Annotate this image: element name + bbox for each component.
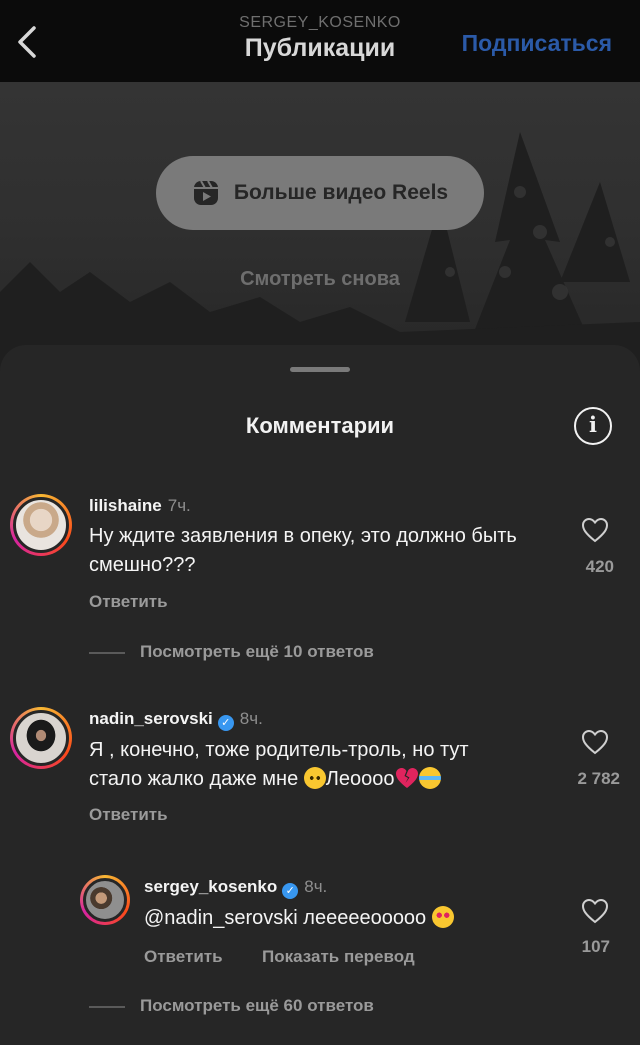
like-heart-icon[interactable] [581,517,609,543]
reply-mention[interactable]: @nadin_serovski [144,907,298,929]
reply-button[interactable]: Ответить [89,592,168,612]
like-count: 420 [585,557,614,576]
reply-author[interactable]: sergey_kosenko ✓ 8ч. [144,877,327,899]
comment-author[interactable]: nadin_serovski ✓ 8ч. [89,709,263,731]
comment-text-line: стало жалко даже мне Леоооо [89,765,559,794]
like-heart-icon[interactable] [581,729,609,755]
view-more-replies[interactable]: Посмотреть ещё 60 ответов [140,996,374,1016]
verified-badge-icon: ✓ [282,883,299,899]
page-title: Публикации [244,34,396,62]
loudly-crying-face-emoji-icon [418,767,441,789]
subscribe-button[interactable]: Подписаться [462,30,612,57]
reply-time: 8ч. [304,877,328,896]
comment-username[interactable]: lilishaine [89,496,162,515]
header-title-block: SERGEY_KOSENKO Публикации [200,14,440,63]
reply-text-body: леееееооооо [303,907,427,929]
top-bar: SERGEY_KOSENKO Публикации Подписаться [0,0,640,82]
broken-heart-emoji-icon [395,768,418,788]
like-count: 2 782 [577,769,620,788]
show-translation-button[interactable]: Показать перевод [262,947,415,967]
comment-text: Я , конечно, тоже родитель-троль, но тут… [89,736,559,794]
reply-button[interactable]: Ответить [144,947,223,967]
back-arrow-icon[interactable] [12,22,42,62]
divider-line [89,652,125,654]
comment-username[interactable]: nadin_serovski [89,709,213,728]
profile-username: SERGEY_KOSENKO [239,14,401,31]
heart-eyes-face-emoji-icon [431,906,454,928]
comment-time: 8ч. [239,709,263,728]
more-reels-label: Больше видео Reels [233,181,449,204]
comment-text-part: стало жалко даже мне [89,768,299,790]
comment-text-line: Я , конечно, тоже родитель-троль, но тут [89,739,469,761]
comment-time: 7ч. [167,496,191,515]
avatar[interactable] [10,707,72,769]
info-icon[interactable]: i [574,407,612,445]
comment-author[interactable]: lilishaine 7ч. [89,496,191,516]
rewatch-button[interactable]: Смотреть снова [0,268,640,291]
reply-username[interactable]: sergey_kosenko [144,877,277,896]
pleading-face-emoji-icon [303,767,326,789]
avatar[interactable] [80,875,130,925]
sheet-drag-handle[interactable] [290,367,350,372]
like-heart-icon[interactable] [581,898,609,924]
reels-icon [193,180,218,205]
like-count: 107 [581,937,610,956]
view-more-replies[interactable]: Посмотреть ещё 10 ответов [140,642,374,662]
comment-text-part: Леоооо [325,768,395,790]
verified-badge-icon: ✓ [217,715,234,731]
video-player[interactable]: Больше видео Reels Смотреть снова [0,82,640,382]
reply-button[interactable]: Ответить [89,805,168,825]
comments-title: Комментарии [245,413,395,438]
more-reels-button[interactable]: Больше видео Reels [156,156,484,230]
comment-text: Ну ждите заявления в опеку, это должно б… [89,525,517,576]
avatar[interactable] [10,494,72,556]
divider-line [89,1006,125,1008]
comments-sheet: Комментарии i lilishaine 7ч. Ну ждите зая… [0,345,640,1045]
reply-text: @nadin_serovski леееееооооо [144,904,564,933]
